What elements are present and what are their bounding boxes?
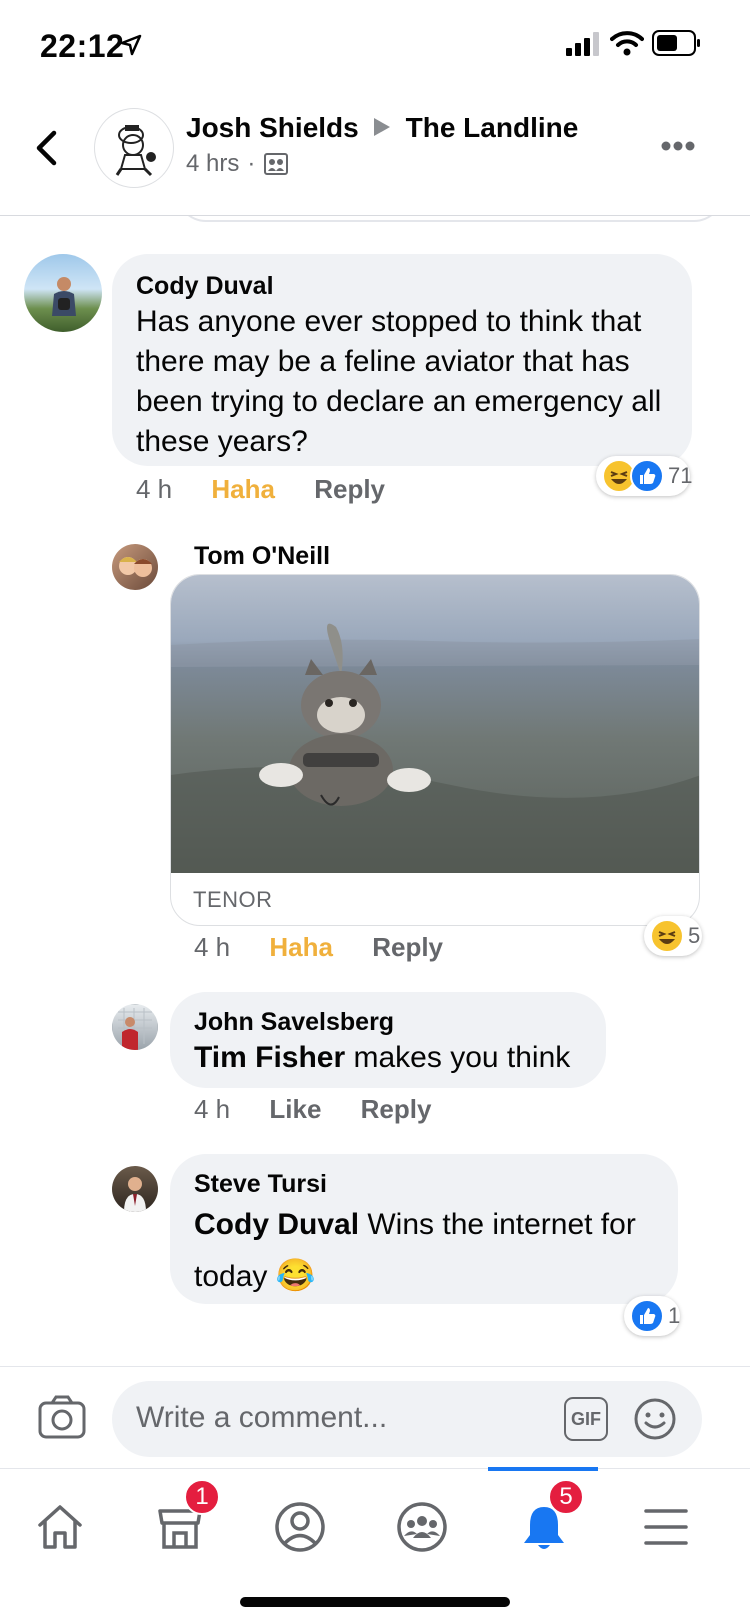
reply-button[interactable]: Reply [372,932,443,962]
reaction-count: 1 [668,1303,681,1328]
post-author-name[interactable]: Josh Shields [186,112,359,143]
avatar[interactable] [24,254,102,332]
reaction-summary[interactable]: 5 [644,916,702,956]
children-photo-icon [119,557,152,577]
notification-badge: 5 [548,1479,584,1515]
haha-reaction-button[interactable]: Haha [269,932,333,962]
tab-notifications[interactable]: 5 [504,1479,584,1567]
comment-author[interactable]: Steve Tursi [194,1170,327,1199]
comment-bubble[interactable]: Cody Duval Has anyone ever stopped to th… [112,254,692,466]
gif-label: GIF [571,1408,601,1429]
post-time: 4 hrs [186,150,240,177]
active-tab-indicator [488,1467,598,1471]
like-button[interactable]: Like [269,1094,321,1124]
reply-button[interactable]: Reply [314,474,385,504]
location-arrow-icon [120,34,142,56]
profile-icon [275,1502,325,1552]
emoji-picker-icon[interactable] [632,1396,678,1442]
comment-author[interactable]: Cody Duval [136,272,274,301]
comment-input[interactable]: Write a comment... GIF [112,1381,702,1457]
status-time: 22:12 [40,28,125,64]
reply-button[interactable]: Reply [361,1094,432,1124]
comment-actions: 4 h Haha Reply [194,932,475,963]
bottom-tab-bar: 1 5 [0,1467,750,1624]
post-header: Josh Shields The Landline 4 hrs · [0,96,750,216]
menu-hamburger-icon [644,1509,688,1545]
person-photo-icon [124,1177,146,1212]
avatar[interactable] [112,544,158,590]
home-indicator [240,1597,510,1607]
back-chevron-icon[interactable] [34,130,60,166]
like-emoji-icon [630,1299,664,1333]
avatar[interactable] [112,1166,158,1212]
status-bar: 22:12 [0,0,750,96]
laughing-emoji: 😂 [275,1257,316,1293]
notification-badge: 1 [184,1479,220,1515]
tab-groups[interactable] [382,1487,462,1567]
comment-bubble[interactable]: Steve Tursi Cody Duval Wins the internet… [170,1154,678,1304]
comment-actions: 4 h Haha Reply [136,474,417,505]
post-meta: 4 hrs · [186,150,289,178]
meta-separator: · [247,150,256,177]
haha-emoji-icon [650,919,684,953]
comment-composer: Write a comment... GIF [0,1366,750,1468]
avatar[interactable] [112,1004,158,1050]
comment-text: Has anyone ever stopped to think that th… [136,305,662,458]
comment-text: Cody Duval Wins the internet for today 😂 [194,1200,664,1302]
person-photo-icon [112,1004,158,1050]
mention-link[interactable]: Cody Duval [194,1208,359,1241]
camera-icon[interactable] [38,1395,86,1439]
flying-cat-gif-image [171,575,699,873]
comments-feed[interactable]: Cody Duval Has anyone ever stopped to th… [0,216,750,1366]
home-icon [38,1505,82,1549]
reaction-count: 5 [688,923,701,948]
comment-body: makes you think [345,1041,571,1074]
comment-time: 4 h [136,474,173,504]
person-photo-icon [52,277,76,316]
battery-icon [652,30,700,56]
comment-time: 4 h [194,1094,231,1124]
post-title: Josh Shields The Landline [186,112,578,144]
cartoon-character-logo [115,125,156,177]
reaction-summary[interactable]: 1 [624,1296,680,1336]
tab-profile[interactable] [260,1487,340,1567]
reaction-count: 71 [668,463,693,488]
gif-button[interactable]: GIF [564,1397,608,1441]
previous-comment-edge [176,216,724,222]
tab-menu[interactable] [626,1487,706,1567]
tab-marketplace[interactable]: 1 [140,1479,220,1567]
group-avatar[interactable] [94,108,174,188]
gif-attachment[interactable]: TENOR [170,574,700,926]
comment-actions: 4 h Like Reply [194,1094,463,1125]
group-privacy-icon [264,153,289,175]
comment-author[interactable]: John Savelsberg [194,1008,394,1037]
group-name[interactable]: The Landline [406,112,579,143]
wifi-icon [610,31,644,56]
comment-bubble[interactable]: John Savelsberg Tim Fisher makes you thi… [170,992,606,1088]
tab-home[interactable] [20,1487,100,1567]
comment-author[interactable]: Tom O'Neill [194,542,330,571]
haha-reaction-button[interactable]: Haha [211,474,275,504]
mention-link[interactable]: Tim Fisher [194,1041,345,1074]
reaction-summary[interactable]: 71 [596,456,693,496]
groups-icon [397,1502,447,1552]
comment-text: Tim Fisher makes you think [194,1038,570,1078]
like-emoji-icon [630,459,664,493]
cellular-signal-icon [566,32,599,56]
comment-placeholder: Write a comment... [136,1401,388,1434]
gif-source-label: TENOR [193,887,273,912]
more-options-icon[interactable] [660,140,696,152]
comment-time: 4 h [194,932,231,962]
triangle-arrow-icon [374,118,391,136]
